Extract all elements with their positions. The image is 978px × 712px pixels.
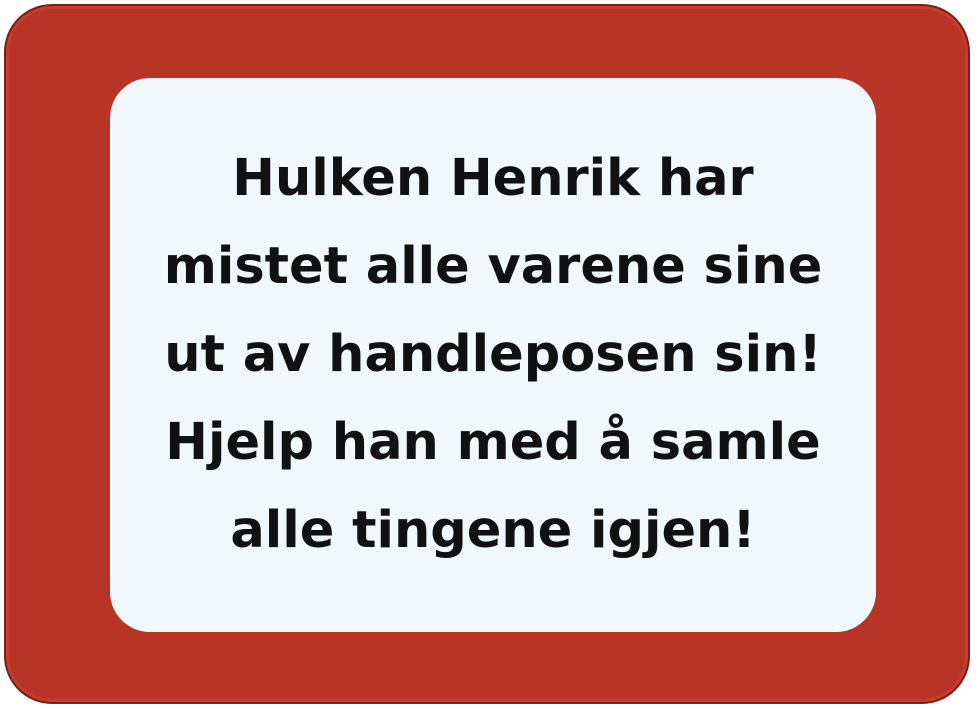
dialog-panel: Hulken Henrik har mistet alle varene sin… [110,78,876,632]
dialog-message: Hulken Henrik har mistet alle varene sin… [140,135,847,575]
message-line: Hulken Henrik har [232,149,754,208]
message-line: mistet alle varene sine [163,237,823,296]
message-line: ut av handleposen sin! [164,325,822,384]
message-line: alle tingene igjen! [230,501,756,560]
message-line: Hjelp han med å samle [165,413,821,472]
